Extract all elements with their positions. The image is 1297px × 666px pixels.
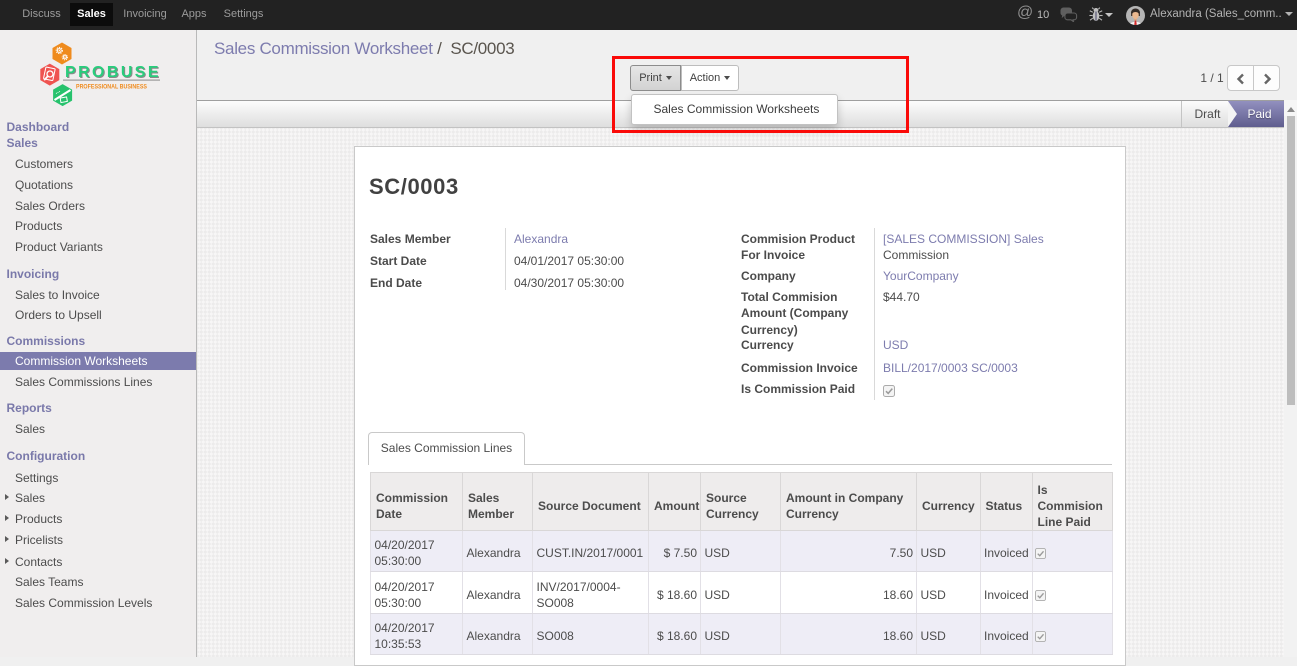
svg-text:PROFESSIONAL BUSINESS: PROFESSIONAL BUSINESS bbox=[76, 84, 147, 91]
svg-text:PROBUSE: PROBUSE bbox=[65, 64, 161, 81]
